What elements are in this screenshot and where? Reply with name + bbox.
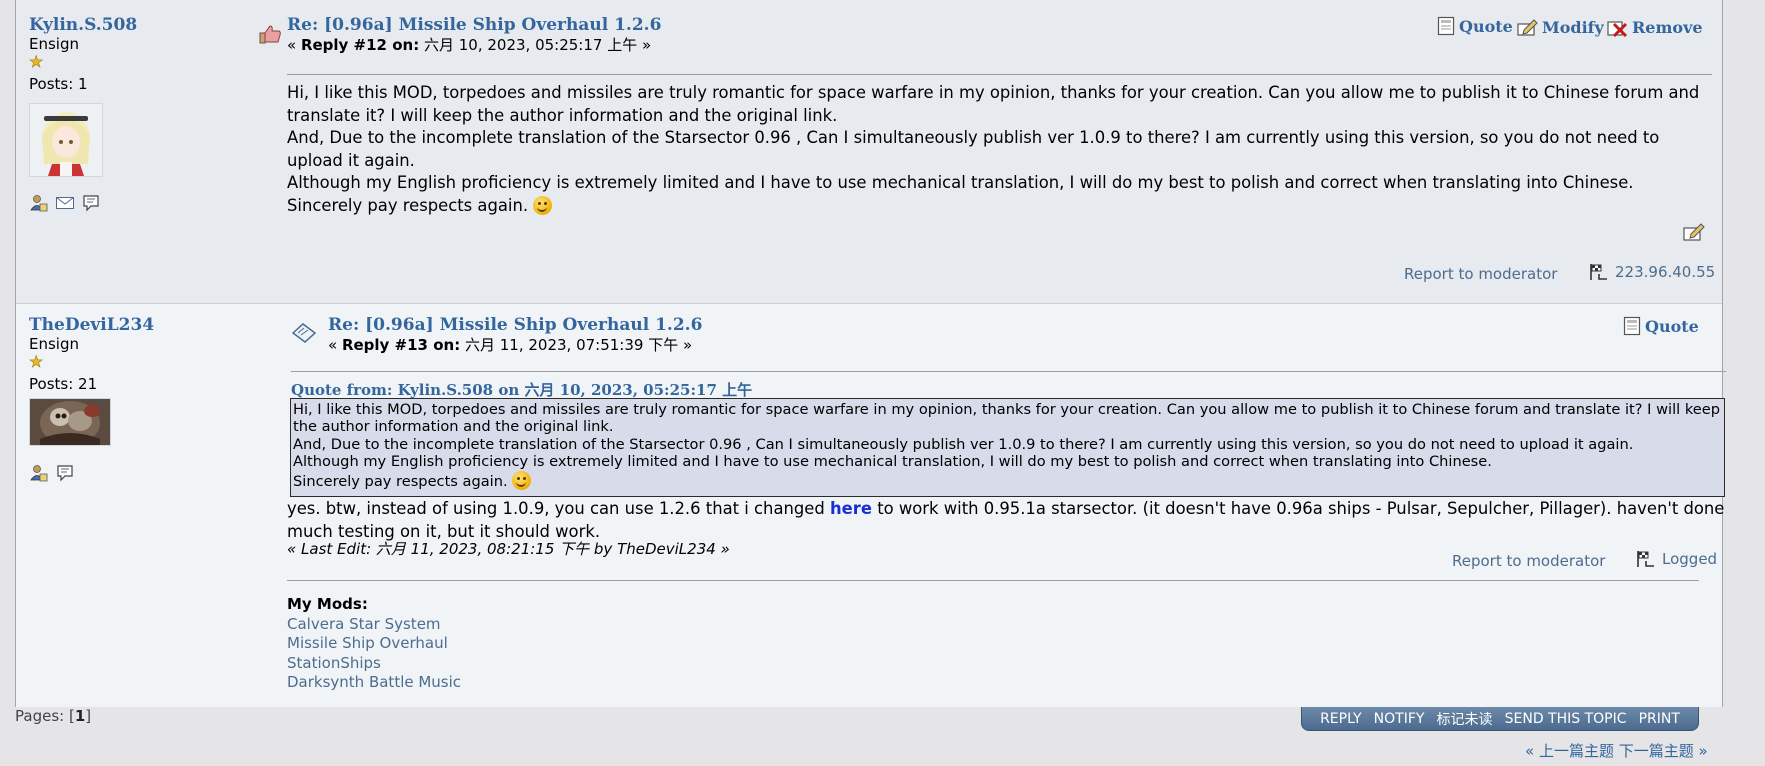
ip-icon xyxy=(1590,264,1607,280)
quote-paragraph: And, Due to the incomplete translation o… xyxy=(293,435,1634,453)
quote-paragraph: Sincerely pay respects again. xyxy=(293,470,1722,490)
reply-date: 六月 10, 2023, 05:25:17 上午 » xyxy=(419,36,652,54)
signature-link[interactable]: Missile Ship Overhaul xyxy=(287,634,461,654)
quote-paragraph: Although my English proficiency is extre… xyxy=(293,453,1492,471)
pm-icon[interactable] xyxy=(81,193,101,213)
quote-block: Hi, I like this MOD, torpedoes and missi… xyxy=(290,398,1725,497)
post-subject[interactable]: Re: [0.96a] Missile Ship Overhaul 1.2.6 xyxy=(328,315,702,335)
message-icon xyxy=(291,323,317,343)
report-to-moderator-link[interactable]: Report to moderator xyxy=(1404,265,1557,283)
avatar[interactable] xyxy=(29,398,111,446)
print-button[interactable]: PRINT xyxy=(1639,711,1680,727)
quote-header[interactable]: Quote from: Kylin.S.508 on 六月 10, 2023, … xyxy=(291,379,752,400)
mark-unread-button[interactable]: 标记未读 xyxy=(1437,709,1493,729)
thumbs-up-icon xyxy=(259,25,281,44)
post-reply-13: TheDeviL234 Ensign ★ Posts: 21 Re: [0.96… xyxy=(16,304,1726,707)
pagination: Pages: [1] xyxy=(15,707,91,725)
prev-next-topic-links[interactable]: « 上一篇主题 下一篇主题 » xyxy=(1525,740,1708,761)
signature: My Mods: Calvera Star System Missile Shi… xyxy=(287,595,461,693)
modify-label: Modify xyxy=(1542,17,1604,37)
last-edit: « Last Edit: 六月 11, 2023, 08:21:15 下午 by… xyxy=(287,540,730,558)
post-paragraph-text: Sincerely pay respects again. xyxy=(287,195,534,215)
poster-post-count: Posts: 21 xyxy=(29,375,98,393)
poster-icons xyxy=(29,193,259,213)
post-paragraph: Although my English proficiency is extre… xyxy=(287,173,1634,192)
topic-board: Kylin.S.508 Ensign ★ Posts: 1 Re: [0.96a… xyxy=(15,0,1726,707)
reply-meta: « Reply #13 on: 六月 11, 2023, 07:51:39 下午… xyxy=(328,334,692,355)
smiley-icon xyxy=(512,470,532,490)
pages-close: ] xyxy=(85,707,92,725)
post-text: yes. btw, instead of using 1.0.9, you ca… xyxy=(287,499,830,518)
quote-icon xyxy=(1623,316,1641,336)
signature-link[interactable]: Darksynth Battle Music xyxy=(287,673,461,693)
notify-button[interactable]: NOTIFY xyxy=(1374,711,1425,727)
post-subject[interactable]: Re: [0.96a] Missile Ship Overhaul 1.2.6 xyxy=(287,15,661,35)
poster-name[interactable]: TheDeviL234 xyxy=(29,315,259,335)
current-page[interactable]: 1 xyxy=(75,707,85,725)
pages-label: Pages: [ xyxy=(15,707,75,725)
reply-date: 六月 11, 2023, 07:51:39 下午 » xyxy=(460,336,693,354)
quote-icon xyxy=(1437,16,1455,36)
email-icon[interactable] xyxy=(55,193,75,213)
post-divider xyxy=(291,371,1726,372)
poster-info: Kylin.S.508 Ensign ★ Posts: 1 xyxy=(29,15,259,213)
poster-rank: Ensign xyxy=(29,335,79,353)
poster-rank: Ensign xyxy=(29,35,79,53)
here-link[interactable]: here xyxy=(830,499,872,518)
post-body: yes. btw, instead of using 1.0.9, you ca… xyxy=(287,498,1727,543)
avatar[interactable] xyxy=(29,103,103,177)
remove-icon xyxy=(1607,21,1628,38)
post-paragraph: And, Due to the incomplete translation o… xyxy=(287,128,1660,170)
reply-prefix: « xyxy=(328,336,342,354)
reply-prefix: « xyxy=(287,36,301,54)
modify-button[interactable]: Modify xyxy=(1516,16,1604,38)
profile-icon[interactable] xyxy=(29,463,49,483)
post-paragraph: Hi, I like this MOD, torpedoes and missi… xyxy=(287,83,1700,125)
reply-meta: « Reply #12 on: 六月 10, 2023, 05:25:17 上午… xyxy=(287,34,651,55)
logged-text: Logged xyxy=(1662,550,1718,568)
poster-info: TheDeviL234 Ensign ★ Posts: 21 xyxy=(29,315,259,483)
quote-label: Quote xyxy=(1459,16,1513,36)
report-to-moderator-link[interactable]: Report to moderator xyxy=(1452,552,1605,570)
profile-icon[interactable] xyxy=(29,193,49,213)
logged-indicator: Logged xyxy=(1636,550,1717,568)
modify-icon xyxy=(1517,19,1538,36)
reply-number: Reply #13 on: xyxy=(341,336,461,354)
post-paragraph: Sincerely pay respects again. xyxy=(287,195,1719,218)
quote-paragraph-text: Sincerely pay respects again. xyxy=(293,472,513,490)
quote-button[interactable]: Quote xyxy=(1437,16,1513,36)
poster-post-count: Posts: 1 xyxy=(29,75,88,93)
poster-name[interactable]: Kylin.S.508 xyxy=(29,15,259,35)
ip-address: 223.96.40.55 xyxy=(1589,263,1715,281)
smiley-icon xyxy=(533,195,553,215)
post-body: Hi, I like this MOD, torpedoes and missi… xyxy=(287,82,1719,217)
post-paragraph: yes. btw, instead of using 1.0.9, you ca… xyxy=(287,498,1727,543)
rank-star-icon: ★ xyxy=(29,352,44,371)
pm-icon[interactable] xyxy=(55,463,75,483)
quote-button[interactable]: Quote xyxy=(1623,316,1699,336)
poster-icons xyxy=(29,463,259,483)
send-topic-button[interactable]: SEND THIS TOPIC xyxy=(1505,711,1627,727)
reply-number: Reply #12 on: xyxy=(300,36,420,54)
quote-label: Quote xyxy=(1645,316,1699,336)
inline-modify-icon[interactable] xyxy=(1681,220,1707,244)
signature-link[interactable]: StationShips xyxy=(287,654,461,674)
remove-label: Remove xyxy=(1632,17,1703,37)
signature-divider xyxy=(287,580,1699,581)
post-reply-12: Kylin.S.508 Ensign ★ Posts: 1 Re: [0.96a… xyxy=(16,0,1722,304)
post-divider xyxy=(287,74,1712,75)
topic-actions-bar: REPLY NOTIFY 标记未读 SEND THIS TOPIC PRINT xyxy=(1301,707,1699,731)
ip-icon xyxy=(1637,551,1654,567)
signature-link[interactable]: Calvera Star System xyxy=(287,615,461,635)
rank-star-icon: ★ xyxy=(29,52,44,71)
reply-button[interactable]: REPLY xyxy=(1320,711,1362,727)
quote-paragraph: Hi, I like this MOD, torpedoes and missi… xyxy=(293,401,1720,436)
signature-title: My Mods: xyxy=(287,595,368,613)
ip-text: 223.96.40.55 xyxy=(1615,263,1716,281)
remove-button[interactable]: Remove xyxy=(1606,16,1703,38)
